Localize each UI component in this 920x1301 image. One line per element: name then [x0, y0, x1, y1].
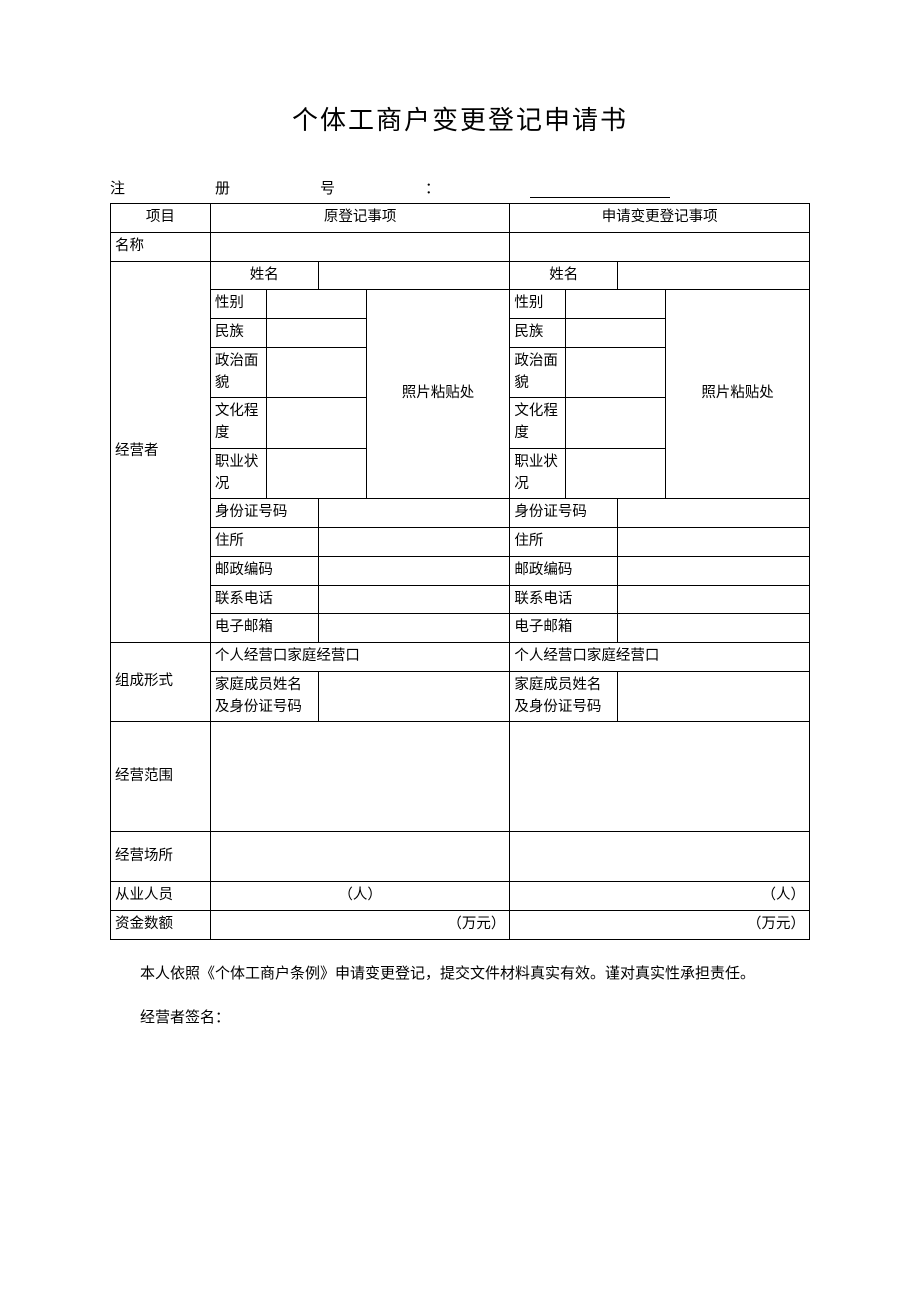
- value-jingying-type-orig[interactable]: 个人经营口家庭经营口: [210, 643, 510, 672]
- value-zhiye-chg[interactable]: [566, 448, 666, 499]
- reg-hao: 号: [320, 177, 335, 198]
- row-jingying-type: 组成形式 个人经营口家庭经营口 个人经营口家庭经营口: [111, 643, 810, 672]
- value-youbian-chg[interactable]: [618, 556, 810, 585]
- signature-label: 经营者签名：: [110, 1006, 810, 1027]
- label-changsuo: 经营场所: [111, 832, 211, 882]
- col-project: 项目: [111, 204, 211, 233]
- label-shenfen-chg: 身份证号码: [510, 499, 618, 528]
- value-zijin-orig[interactable]: （万元）: [210, 911, 510, 940]
- value-email-chg[interactable]: [618, 614, 810, 643]
- label-minzu-orig: 民族: [210, 319, 266, 348]
- label-youbian-orig: 邮政编码: [210, 556, 318, 585]
- value-dianhua-chg[interactable]: [618, 585, 810, 614]
- value-zhengzhi-chg[interactable]: [566, 347, 666, 398]
- label-zhiye-orig: 职业状况: [210, 448, 266, 499]
- row-shenfen: 身份证号码 身份证号码: [111, 499, 810, 528]
- value-email-orig[interactable]: [318, 614, 510, 643]
- label-congye: 从业人员: [111, 882, 211, 911]
- reg-ce: 册: [215, 177, 230, 198]
- value-jiating-orig[interactable]: [318, 671, 510, 722]
- value-changsuo-orig[interactable]: [210, 832, 510, 882]
- value-jingying-type-chg[interactable]: 个人经营口家庭经营口: [510, 643, 810, 672]
- value-zijin-chg[interactable]: （万元）: [510, 911, 810, 940]
- page-title: 个体工商户变更登记申请书: [110, 100, 810, 137]
- value-zhuzhi-chg[interactable]: [618, 528, 810, 557]
- row-xingbie: 性别 照片粘贴处 性别 照片粘贴处: [111, 290, 810, 319]
- label-zhiye-chg: 职业状况: [510, 448, 566, 499]
- label-zhuzhi-chg: 住所: [510, 528, 618, 557]
- application-table: 项目 原登记事项 申请变更登记事项 名称 经营者 姓名 姓名 性别 照片粘贴处 …: [110, 203, 810, 940]
- photo-area-chg[interactable]: 照片粘贴处: [666, 290, 810, 499]
- value-minzu-chg[interactable]: [566, 319, 666, 348]
- value-zhuzhi-orig[interactable]: [318, 528, 510, 557]
- value-name-original[interactable]: [210, 232, 510, 261]
- row-email: 电子邮箱 电子邮箱: [111, 614, 810, 643]
- col-change: 申请变更登记事项: [510, 204, 810, 233]
- row-dianhua: 联系电话 联系电话: [111, 585, 810, 614]
- value-xingbie-orig[interactable]: [266, 290, 366, 319]
- label-jiating-orig: 家庭成员姓名及身份证号码: [210, 671, 318, 722]
- label-fanwei: 经营范围: [111, 722, 211, 832]
- label-xingbie-orig: 性别: [210, 290, 266, 319]
- row-xingming: 经营者 姓名 姓名: [111, 261, 810, 290]
- value-shenfen-chg[interactable]: [618, 499, 810, 528]
- row-zhuzhi: 住所 住所: [111, 528, 810, 557]
- label-email-orig: 电子邮箱: [210, 614, 318, 643]
- row-fanwei: 经营范围: [111, 722, 810, 832]
- label-dianhua-orig: 联系电话: [210, 585, 318, 614]
- label-zhengzhi-orig: 政治面貌: [210, 347, 266, 398]
- label-name: 名称: [111, 232, 211, 261]
- value-fanwei-chg[interactable]: [510, 722, 810, 832]
- registration-number-row: 注 册 号 ：: [110, 177, 810, 198]
- label-xingming-orig: 姓名: [210, 261, 318, 290]
- row-congye: 从业人员 （人） （人）: [111, 882, 810, 911]
- value-xingbie-chg[interactable]: [566, 290, 666, 319]
- value-xingming-orig[interactable]: [318, 261, 510, 290]
- value-congye-orig[interactable]: （人）: [210, 882, 510, 911]
- row-youbian: 邮政编码 邮政编码: [111, 556, 810, 585]
- label-minzu-chg: 民族: [510, 319, 566, 348]
- value-zhengzhi-orig[interactable]: [266, 347, 366, 398]
- row-name: 名称: [111, 232, 810, 261]
- value-wenhua-chg[interactable]: [566, 398, 666, 449]
- label-zhuzhi-orig: 住所: [210, 528, 318, 557]
- declaration-statement: 本人依照《个体工商户条例》申请变更登记，提交文件材料真实有效。谨对真实性承担责任…: [110, 960, 810, 989]
- value-jiating-chg[interactable]: [618, 671, 810, 722]
- reg-colon: ：: [425, 177, 440, 198]
- label-jiating-chg: 家庭成员姓名及身份证号码: [510, 671, 618, 722]
- value-dianhua-orig[interactable]: [318, 585, 510, 614]
- row-jiating: 家庭成员姓名及身份证号码 家庭成员姓名及身份证号码: [111, 671, 810, 722]
- label-youbian-chg: 邮政编码: [510, 556, 618, 585]
- registration-number-value[interactable]: [530, 177, 670, 198]
- photo-area-orig[interactable]: 照片粘贴处: [366, 290, 510, 499]
- value-name-change[interactable]: [510, 232, 810, 261]
- label-email-chg: 电子邮箱: [510, 614, 618, 643]
- value-wenhua-orig[interactable]: [266, 398, 366, 449]
- label-dianhua-chg: 联系电话: [510, 585, 618, 614]
- label-zhengzhi-chg: 政治面貌: [510, 347, 566, 398]
- label-operator: 经营者: [111, 261, 211, 643]
- label-wenhua-chg: 文化程度: [510, 398, 566, 449]
- row-zijin: 资金数额 （万元） （万元）: [111, 911, 810, 940]
- label-xingming-chg: 姓名: [510, 261, 618, 290]
- label-shenfen-orig: 身份证号码: [210, 499, 318, 528]
- value-fanwei-orig[interactable]: [210, 722, 510, 832]
- value-minzu-orig[interactable]: [266, 319, 366, 348]
- label-xingbie-chg: 性别: [510, 290, 566, 319]
- reg-zhu: 注: [110, 177, 125, 198]
- label-zijin: 资金数额: [111, 911, 211, 940]
- value-changsuo-chg[interactable]: [510, 832, 810, 882]
- label-wenhua-orig: 文化程度: [210, 398, 266, 449]
- value-xingming-chg[interactable]: [618, 261, 810, 290]
- col-original: 原登记事项: [210, 204, 510, 233]
- value-congye-chg[interactable]: （人）: [510, 882, 810, 911]
- label-zucheng: 组成形式: [111, 643, 211, 722]
- value-zhiye-orig[interactable]: [266, 448, 366, 499]
- value-youbian-orig[interactable]: [318, 556, 510, 585]
- value-shenfen-orig[interactable]: [318, 499, 510, 528]
- header-row: 项目 原登记事项 申请变更登记事项: [111, 204, 810, 233]
- row-changsuo: 经营场所: [111, 832, 810, 882]
